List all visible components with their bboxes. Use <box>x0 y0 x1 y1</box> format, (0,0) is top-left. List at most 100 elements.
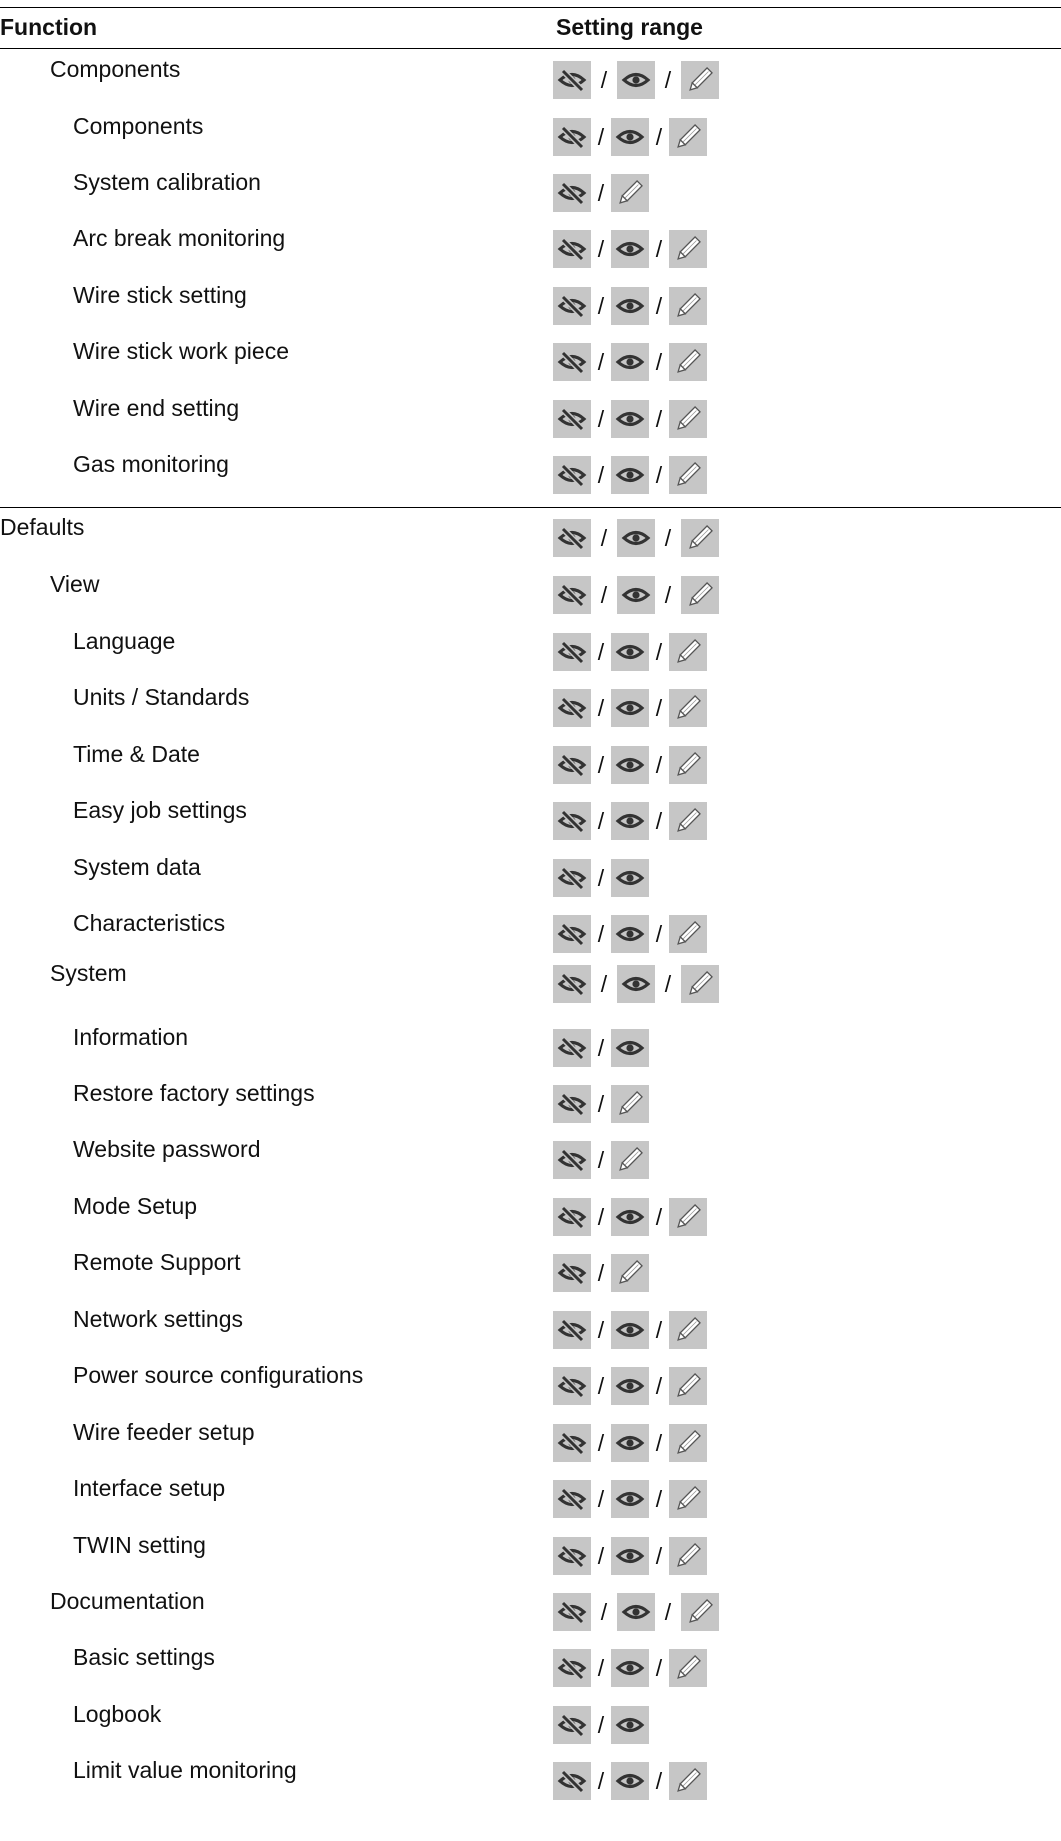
function-label: Restore factory settings <box>73 1080 315 1106</box>
function-label: System data <box>73 854 201 880</box>
eye-crossed-icon <box>553 343 591 381</box>
separator-slash: / <box>655 808 663 834</box>
separator-slash: / <box>597 180 605 206</box>
function-label: Language <box>73 628 176 654</box>
setting-range: / / <box>553 343 707 381</box>
pencil-icon <box>669 689 707 727</box>
setting-range: / / <box>553 576 719 614</box>
pencil-icon <box>669 343 707 381</box>
separator-slash: / <box>597 1655 605 1681</box>
table-row: Information / <box>0 1023 1061 1079</box>
eye-crossed-icon <box>553 1254 591 1292</box>
setting-range: / / <box>553 400 707 438</box>
eye-crossed-icon <box>553 746 591 784</box>
setting-range: / / <box>553 1593 719 1631</box>
separator-slash: / <box>597 1147 605 1173</box>
pencil-icon <box>669 1367 707 1405</box>
table-row: TWIN setting / / <box>0 1531 1061 1587</box>
table-row: Components / / <box>0 55 1061 111</box>
pencil-icon <box>669 1198 707 1236</box>
table-top-rule <box>0 7 1061 8</box>
table-row: Interface setup / / <box>0 1474 1061 1530</box>
separator-slash: / <box>655 1543 663 1569</box>
separator-slash: / <box>655 639 663 665</box>
setting-range: / / <box>553 1367 707 1405</box>
setting-range: / / <box>553 802 707 840</box>
table-row: Easy job settings / / <box>0 796 1061 852</box>
eye-crossed-icon <box>553 633 591 671</box>
eye-crossed-icon <box>553 1537 591 1575</box>
eye-crossed-icon <box>553 1029 591 1067</box>
table-row: System calibration / <box>0 168 1061 224</box>
pencil-icon <box>669 746 707 784</box>
setting-range: / / <box>553 689 707 727</box>
pencil-icon <box>669 1649 707 1687</box>
eye-crossed-icon <box>553 802 591 840</box>
setting-range: / / <box>553 1762 707 1800</box>
separator-slash: / <box>655 1768 663 1794</box>
eye-icon <box>617 1593 655 1631</box>
setting-range: / / <box>553 1480 707 1518</box>
separator-slash: / <box>597 1373 605 1399</box>
eye-crossed-icon <box>553 965 591 1003</box>
eye-crossed-icon <box>553 1141 591 1179</box>
pencil-icon <box>681 1593 719 1631</box>
eye-crossed-icon <box>553 859 591 897</box>
table-row: Mode Setup / / <box>0 1192 1061 1248</box>
separator-slash: / <box>597 695 605 721</box>
table-row: Limit value monitoring / / <box>0 1756 1061 1812</box>
eye-icon <box>611 287 649 325</box>
pencil-icon <box>669 1537 707 1575</box>
separator-slash: / <box>600 1599 608 1625</box>
pencil-icon <box>669 118 707 156</box>
separator-slash: / <box>597 406 605 432</box>
eye-crossed-icon <box>553 61 591 99</box>
eye-icon <box>611 1537 649 1575</box>
eye-icon <box>611 1480 649 1518</box>
eye-crossed-icon <box>553 1311 591 1349</box>
separator-slash: / <box>655 1373 663 1399</box>
separator-slash: / <box>600 971 608 997</box>
separator-slash: / <box>597 1091 605 1117</box>
table-row: System data / <box>0 853 1061 909</box>
separator-slash: / <box>664 582 672 608</box>
pencil-icon <box>669 633 707 671</box>
setting-range: / / <box>553 1537 707 1575</box>
function-label: Time & Date <box>73 741 200 767</box>
setting-range: / / <box>553 61 719 99</box>
function-label: Wire stick work piece <box>73 338 289 364</box>
pencil-icon <box>611 1085 649 1123</box>
eye-crossed-icon <box>553 1706 591 1744</box>
separator-slash: / <box>655 1204 663 1230</box>
setting-range: / / <box>553 456 707 494</box>
table-row: System / / <box>0 959 1061 1015</box>
pencil-icon <box>669 230 707 268</box>
eye-icon <box>611 633 649 671</box>
eye-crossed-icon <box>553 915 591 953</box>
eye-crossed-icon <box>553 689 591 727</box>
table-row: Language / / <box>0 627 1061 683</box>
pencil-icon <box>669 915 707 953</box>
separator-slash: / <box>597 236 605 262</box>
column-header-function: Function <box>0 14 98 40</box>
function-label: Gas monitoring <box>73 451 229 477</box>
separator-slash: / <box>655 1655 663 1681</box>
separator-slash: / <box>600 67 608 93</box>
separator-slash: / <box>597 349 605 375</box>
function-label: Arc break monitoring <box>73 225 286 251</box>
eye-crossed-icon <box>553 287 591 325</box>
separator-slash: / <box>597 1204 605 1230</box>
eye-crossed-icon <box>553 1593 591 1631</box>
eye-icon <box>611 802 649 840</box>
eye-icon <box>611 1424 649 1462</box>
pencil-icon <box>669 287 707 325</box>
table-row: Wire end setting / / <box>0 394 1061 450</box>
separator-slash: / <box>664 971 672 997</box>
eye-icon <box>611 1367 649 1405</box>
eye-icon <box>611 400 649 438</box>
eye-icon <box>611 859 649 897</box>
eye-crossed-icon <box>553 576 591 614</box>
pencil-icon <box>669 1480 707 1518</box>
section-divider <box>0 507 1061 508</box>
setting-range: / / <box>553 633 707 671</box>
